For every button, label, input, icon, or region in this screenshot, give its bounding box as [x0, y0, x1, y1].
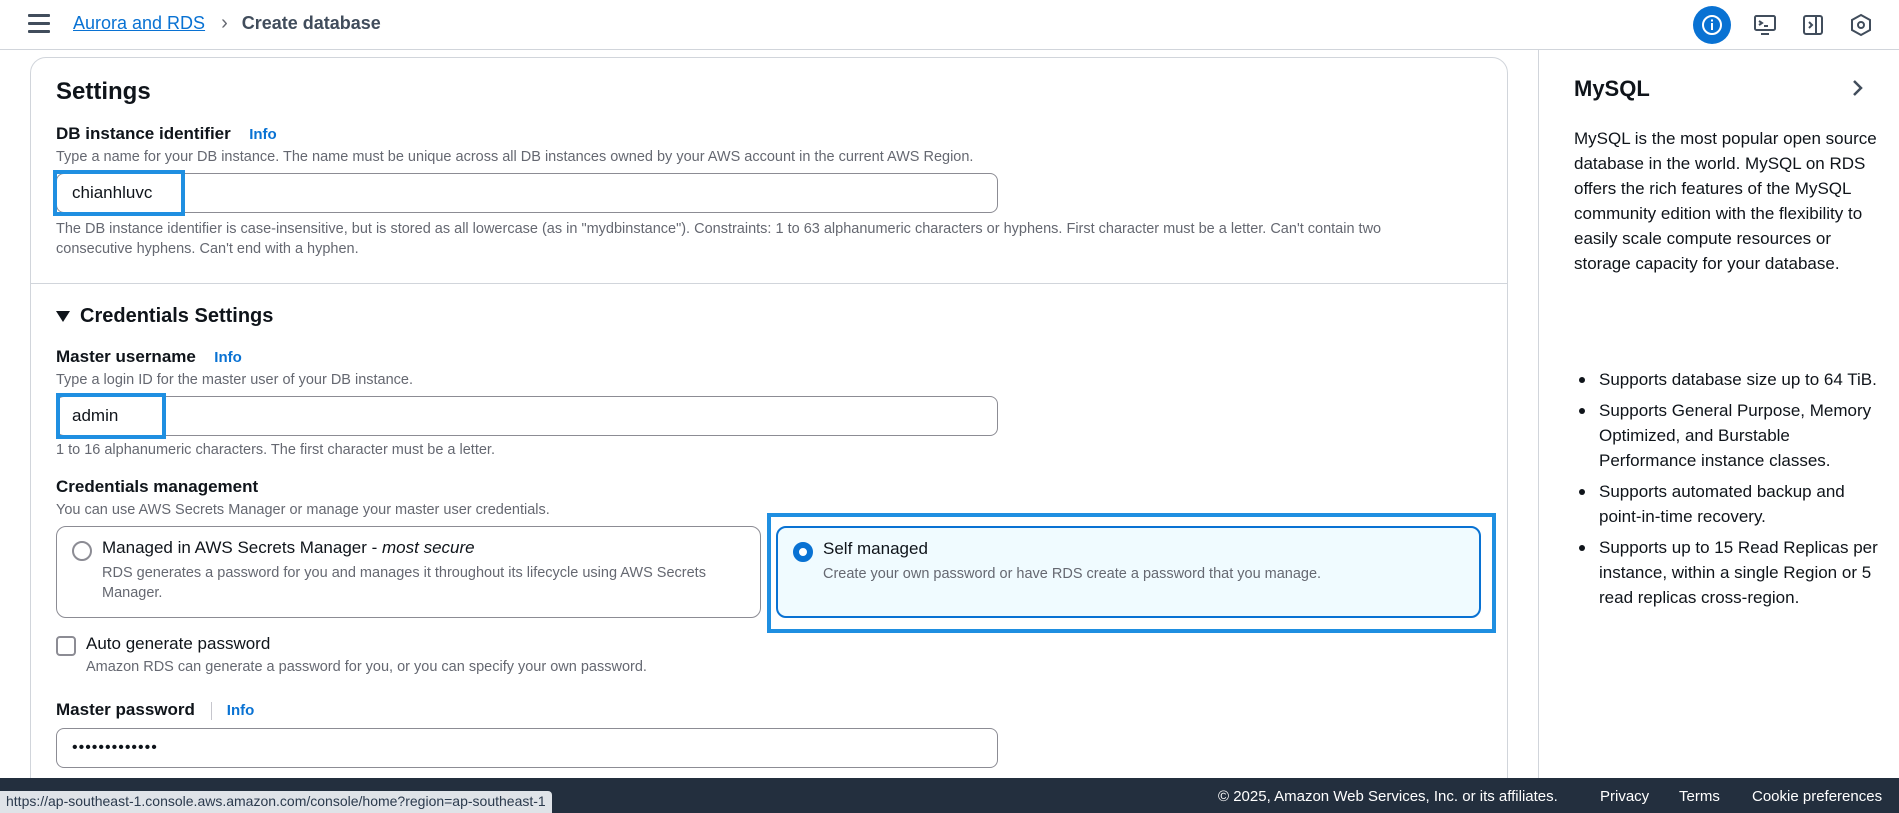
auto-generate-password-description: Amazon RDS can generate a password for y…: [86, 659, 647, 675]
cloudshell-icon[interactable]: [1751, 11, 1779, 39]
help-bullet: Supports General Purpose, Memory Optimiz…: [1574, 398, 1884, 473]
radio-self-managed-description: Create your own password or have RDS cre…: [823, 566, 1322, 582]
db-identifier-description: Type a name for your DB instance. The na…: [56, 149, 974, 165]
credentials-management-description: You can use AWS Secrets Manager or manag…: [56, 502, 550, 518]
master-password-label-row: Master password Info: [56, 700, 254, 720]
master-username-input[interactable]: admin: [56, 396, 998, 436]
db-identifier-info-link[interactable]: Info: [249, 126, 277, 143]
radio-managed-title-emphasis: most secure: [382, 538, 475, 557]
help-panel-body: MySQL is the most popular open source da…: [1574, 129, 1877, 273]
radio-self-managed-title: Self managed: [823, 539, 928, 558]
info-separator: [211, 701, 213, 720]
master-username-constraint: 1 to 16 alphanumeric characters. The fir…: [56, 442, 495, 458]
radio-managed-description-line2: Manager.: [102, 585, 163, 601]
radio-managed-title-text: Managed in AWS Secrets Manager -: [102, 538, 383, 557]
footer-copyright: © 2025, Amazon Web Services, Inc. or its…: [1218, 788, 1558, 805]
auto-generate-password-label: Auto generate password: [86, 634, 271, 653]
top-navigation-bar: Aurora and RDS › Create database: [0, 0, 1899, 50]
master-username-description: Type a login ID for the master user of y…: [56, 372, 414, 388]
auto-generate-password-checkbox[interactable]: [56, 636, 76, 656]
credentials-settings-toggle[interactable]: Credentials Settings: [56, 305, 273, 328]
master-username-label: Master username: [56, 347, 196, 366]
master-password-input[interactable]: •••••••••••••: [56, 728, 998, 768]
breadcrumb-aurora-rds-link[interactable]: Aurora and RDS: [73, 13, 205, 34]
master-password-info-link[interactable]: Info: [227, 702, 255, 719]
hamburger-menu-icon[interactable]: [28, 14, 50, 34]
radio-managed-dot[interactable]: [72, 541, 92, 561]
breadcrumb-current: Create database: [241, 13, 381, 33]
master-username-info-link[interactable]: Info: [214, 349, 242, 366]
chevron-right-icon: ›: [221, 12, 228, 34]
footer-privacy-link[interactable]: Privacy: [1600, 788, 1649, 805]
info-panel-icon[interactable]: [1693, 6, 1731, 44]
db-identifier-label-row: DB instance identifier Info: [56, 124, 277, 144]
db-identifier-constraints-line2: consecutive hyphens. Can't end with a hy…: [56, 241, 359, 257]
help-bullet: Supports database size up to 64 TiB.: [1574, 367, 1884, 392]
help-bullet: Supports automated backup and point-in-t…: [1574, 479, 1884, 529]
master-password-label: Master password: [56, 700, 195, 719]
page-section-title: Settings: [56, 78, 151, 105]
radio-managed-description: RDS generates a password for you and man…: [102, 563, 752, 603]
radio-managed-secrets-manager[interactable]: Managed in AWS Secrets Manager - most se…: [56, 526, 761, 618]
footer-cookie-preferences-link[interactable]: Cookie preferences: [1752, 788, 1882, 805]
db-identifier-label: DB instance identifier: [56, 124, 231, 143]
caret-down-icon: [56, 311, 70, 322]
footer: https://ap-southeast-1.console.aws.amazo…: [0, 778, 1899, 813]
breadcrumb: Aurora and RDS › Create database: [73, 12, 381, 35]
radio-managed-description-line1: RDS generates a password for you and man…: [102, 565, 706, 581]
credentials-settings-title: Credentials Settings: [80, 305, 274, 327]
footer-terms-link[interactable]: Terms: [1679, 788, 1720, 805]
status-bar-url: https://ap-southeast-1.console.aws.amazo…: [0, 791, 552, 813]
db-identifier-input[interactable]: chianhluvc: [56, 173, 998, 213]
radio-self-managed-dot[interactable]: [793, 542, 813, 562]
help-bullet: Supports up to 15 Read Replicas per inst…: [1574, 535, 1884, 610]
credentials-management-label: Credentials management: [56, 477, 259, 496]
help-panel-title: MySQL: [1574, 76, 1650, 101]
radio-self-managed[interactable]: Self managed Create your own password or…: [776, 526, 1481, 618]
help-panel-bullets: Supports database size up to 64 TiB. Sup…: [1574, 367, 1884, 616]
radio-managed-title: Managed in AWS Secrets Manager - most se…: [102, 538, 475, 558]
terminal-panel-icon[interactable]: [1799, 11, 1827, 39]
section-divider: [30, 283, 1508, 284]
db-identifier-constraints: The DB instance identifier is case-insen…: [56, 219, 1476, 259]
master-username-label-row: Master username Info: [56, 347, 242, 367]
db-identifier-constraints-line1: The DB instance identifier is case-insen…: [56, 221, 1382, 237]
settings-hexagon-icon[interactable]: [1847, 11, 1875, 39]
chevron-right-close-icon[interactable]: [1845, 76, 1869, 100]
top-icons: [1693, 6, 1875, 44]
help-panel: MySQL MySQL is the most popular open sou…: [1538, 50, 1899, 778]
